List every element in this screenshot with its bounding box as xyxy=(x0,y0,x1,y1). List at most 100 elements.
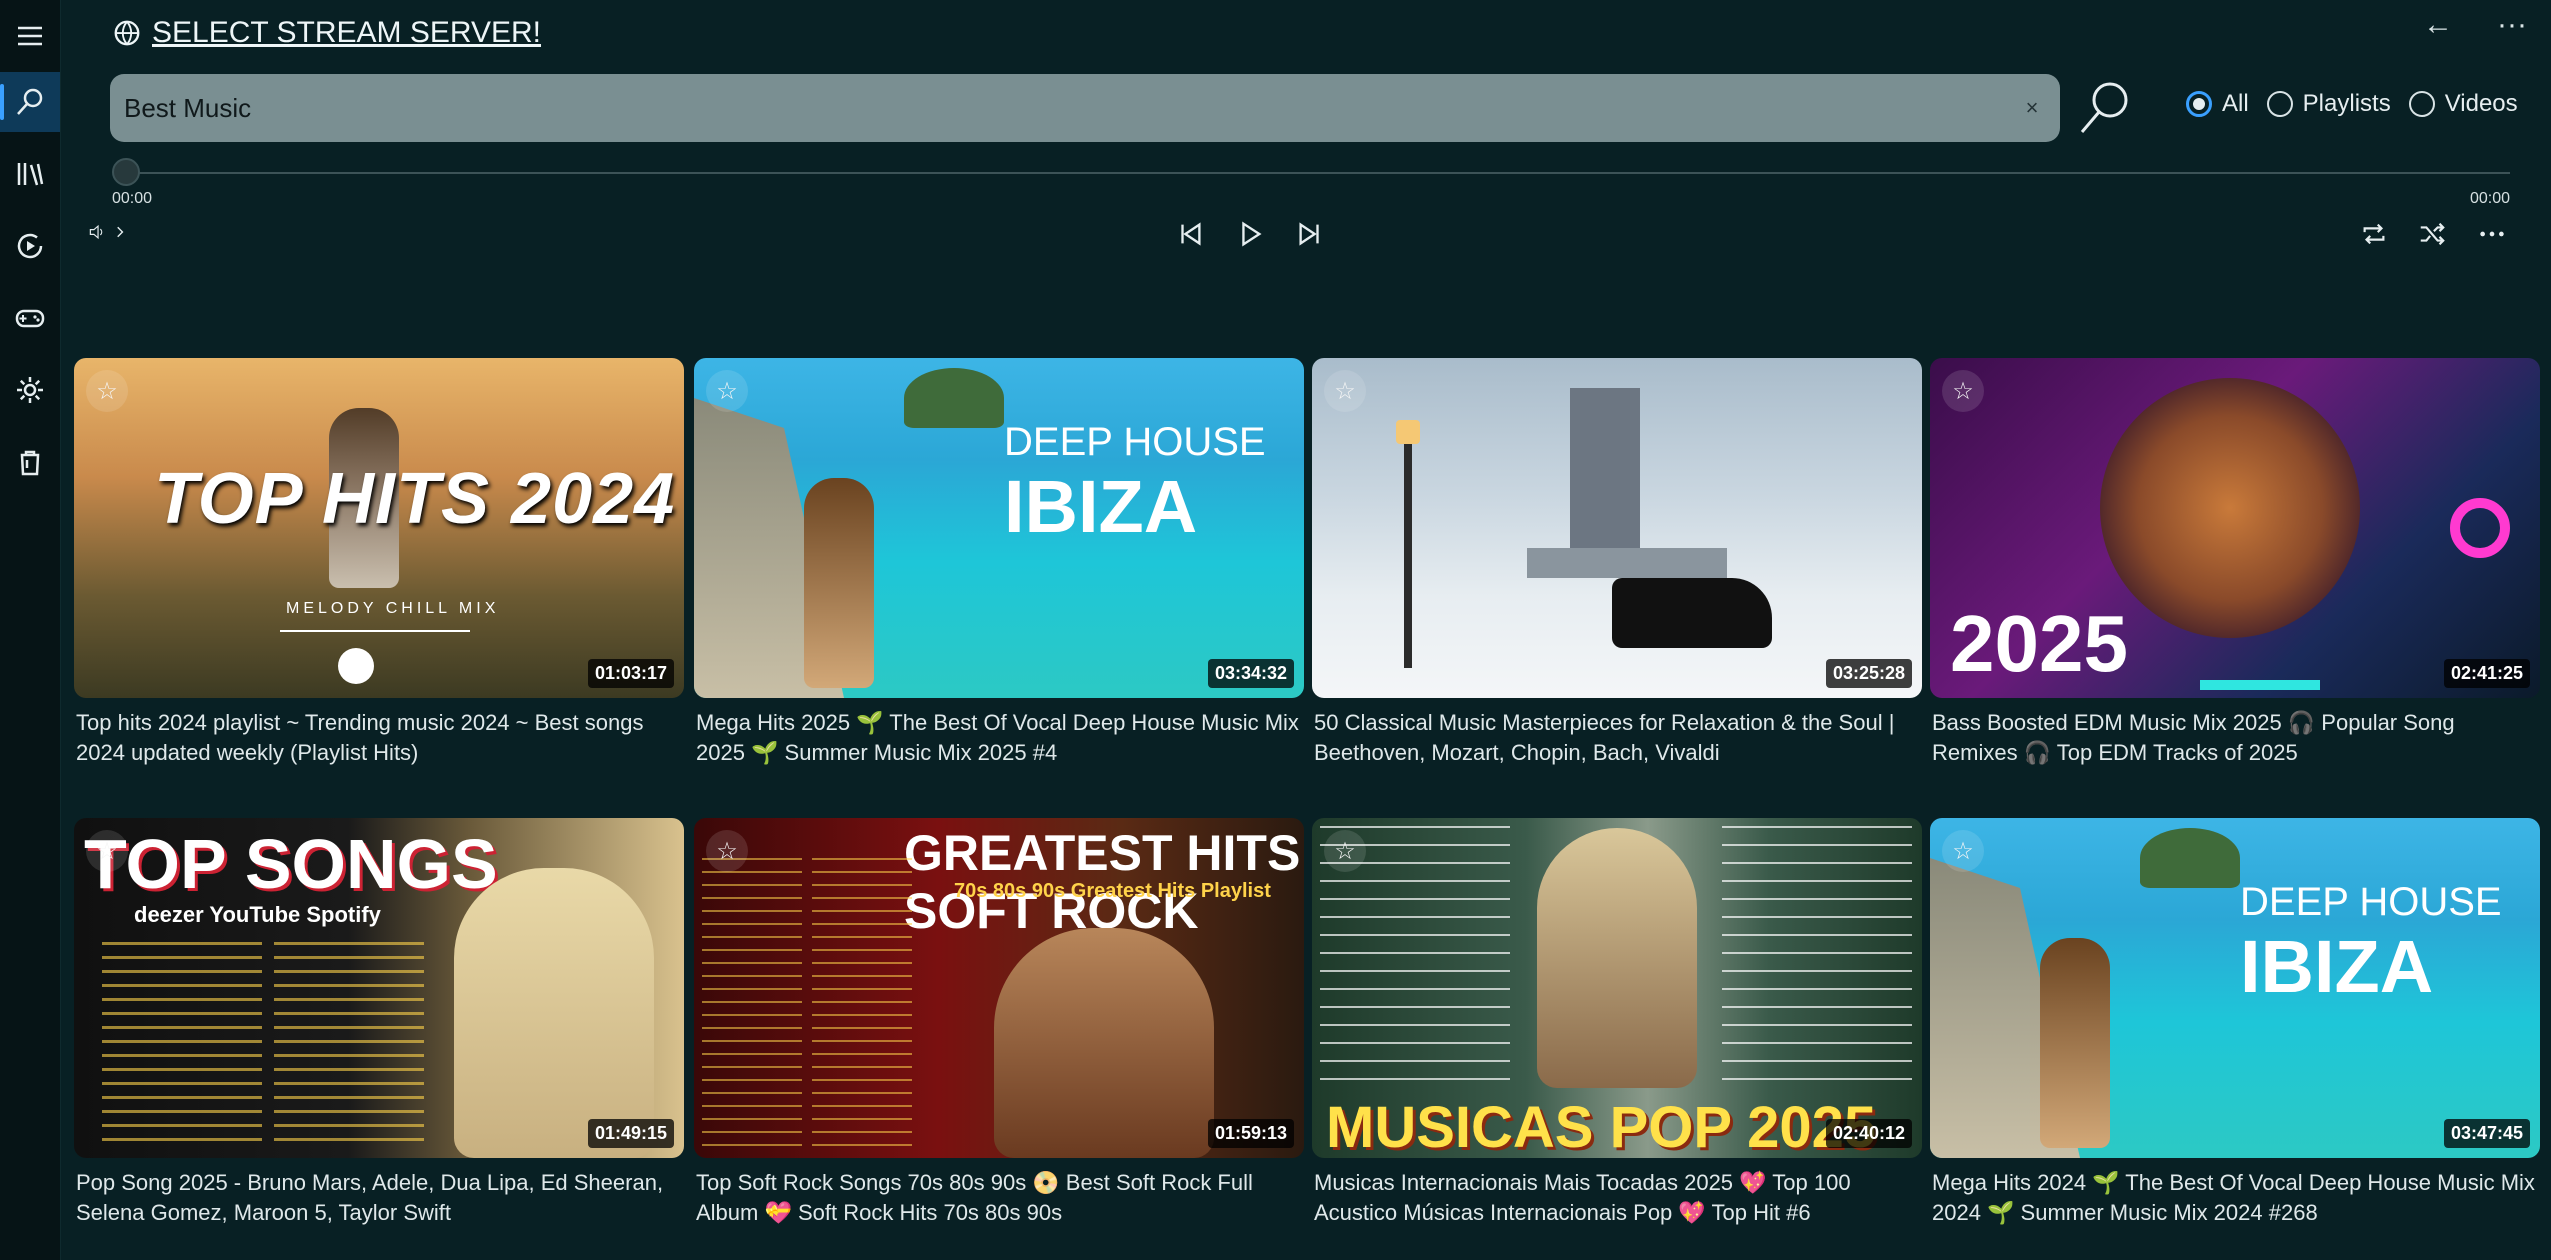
duration-badge: 01:03:17 xyxy=(587,659,674,688)
video-card[interactable]: TOP HITS 2024 MELODY CHILL MIX ☆ 01:03:1… xyxy=(74,358,684,768)
video-title[interactable]: Top hits 2024 playlist ~ Trending music … xyxy=(74,708,684,768)
duration-badge: 03:34:32 xyxy=(1207,659,1294,688)
thumbnail-subtext: 70s 80s 90s Greatest Hits Playlist xyxy=(954,880,1271,902)
favorite-star-icon[interactable]: ☆ xyxy=(1942,830,1984,872)
tracklist-shape xyxy=(274,942,424,1142)
video-title[interactable]: Bass Boosted EDM Music Mix 2025 🎧 Popula… xyxy=(1930,708,2540,768)
search-button[interactable] xyxy=(2072,76,2136,140)
favorite-star-icon[interactable]: ☆ xyxy=(706,370,748,412)
nav-games[interactable] xyxy=(0,288,60,348)
search-filter-group: All Playlists Videos xyxy=(2186,90,2518,118)
nav-settings[interactable] xyxy=(0,360,60,420)
video-title[interactable]: Mega Hits 2024 🌱 The Best Of Vocal Deep … xyxy=(1930,1168,2540,1228)
video-thumbnail[interactable]: TOP HITS 2024 MELODY CHILL MIX ☆ 01:03:1… xyxy=(74,358,684,698)
nav-search[interactable] xyxy=(0,72,60,132)
video-thumbnail[interactable]: 2025 ☆ 02:41:25 xyxy=(1930,358,2540,698)
play-button[interactable] xyxy=(1232,218,1268,250)
portrait-shape xyxy=(454,868,654,1158)
video-title[interactable]: 50 Classical Music Masterpieces for Rela… xyxy=(1312,708,1922,768)
filter-all[interactable]: All xyxy=(2186,90,2249,118)
video-thumbnail[interactable]: DEEP HOUSE IBIZA ☆ 03:34:32 xyxy=(694,358,1304,698)
duration-badge: 03:25:28 xyxy=(1825,659,1912,688)
previous-button[interactable] xyxy=(1172,218,1208,250)
lion-shape xyxy=(2100,378,2360,638)
thumbnail-subtext: IBIZA xyxy=(2240,925,2434,1008)
castle-shape xyxy=(1570,388,1640,548)
video-card[interactable]: MUSICAS POP 2025 ☆ 02:40:12 Musicas Inte… xyxy=(1312,818,1922,1228)
select-server-link[interactable]: SELECT STREAM SERVER! xyxy=(112,16,541,50)
thumbnail-text: MUSICAS POP 2025 xyxy=(1326,1095,1877,1158)
total-time: 00:00 xyxy=(2470,190,2511,207)
video-thumbnail[interactable]: MUSICAS POP 2025 ☆ 02:40:12 xyxy=(1312,818,1922,1158)
more-icon[interactable]: ··· xyxy=(2497,8,2527,42)
tracklist-shape xyxy=(812,858,912,1148)
favorite-star-icon[interactable]: ☆ xyxy=(1324,370,1366,412)
video-card[interactable]: GREATEST HITS SOFT ROCK 70s 80s 90s Grea… xyxy=(694,818,1304,1228)
seek-bar[interactable] xyxy=(112,158,2510,186)
video-card[interactable]: DEEP HOUSE IBIZA ☆ 03:47:45 Mega Hits 20… xyxy=(1930,818,2540,1228)
filter-playlists[interactable]: Playlists xyxy=(2266,90,2391,118)
clear-icon[interactable]: × xyxy=(2004,95,2060,121)
filter-label: Playlists xyxy=(2302,90,2391,117)
elapsed-time: 00:00 xyxy=(112,190,153,207)
bag-icon xyxy=(20,450,40,476)
thumbnail-text: DEEP HOUSE xyxy=(2240,880,2502,924)
duration-badge: 01:49:15 xyxy=(587,1119,674,1148)
settings-icon xyxy=(17,377,43,403)
video-title[interactable]: Mega Hits 2025 🌱 The Best Of Vocal Deep … xyxy=(694,708,1304,768)
video-title[interactable]: Pop Song 2025 - Bruno Mars, Adele, Dua L… xyxy=(74,1168,684,1228)
player-more-button[interactable] xyxy=(2474,218,2510,250)
video-card[interactable]: 2025 ☆ 02:41:25 Bass Boosted EDM Music M… xyxy=(1930,358,2540,768)
island-shape xyxy=(2140,828,2240,888)
sidebar xyxy=(0,0,61,1260)
favorite-star-icon[interactable]: ☆ xyxy=(86,370,128,412)
play-icon xyxy=(1242,221,1262,247)
shuffle-button[interactable] xyxy=(2414,218,2450,250)
favorite-star-icon[interactable]: ☆ xyxy=(1324,830,1366,872)
favorite-star-icon[interactable]: ☆ xyxy=(706,830,748,872)
neon-ring-shape xyxy=(2450,498,2510,558)
figure-shape xyxy=(804,478,874,688)
figure-shape xyxy=(2040,938,2110,1148)
favorite-star-icon[interactable]: ☆ xyxy=(1942,370,1984,412)
back-arrow-icon[interactable]: ← xyxy=(2423,8,2453,42)
thumbnail-subtext: MELODY CHILL MIX xyxy=(286,600,500,617)
chevron-right-icon xyxy=(117,226,124,238)
radio-icon xyxy=(2266,91,2293,117)
volume-icon xyxy=(89,224,103,240)
video-thumbnail[interactable]: ☆ 03:25:28 xyxy=(1312,358,1922,698)
next-button[interactable] xyxy=(1292,218,1328,250)
lamp-post-shape xyxy=(1404,428,1412,668)
thumbnail-subtext: IBIZA xyxy=(1004,465,1198,548)
video-title[interactable]: Top Soft Rock Songs 70s 80s 90s 📀 Best S… xyxy=(694,1168,1304,1228)
search-icon xyxy=(2080,82,2128,133)
thumbnail-text: DEEP HOUSE xyxy=(1004,420,1266,464)
more-icon xyxy=(2480,231,2504,237)
video-thumbnail[interactable]: GREATEST HITS SOFT ROCK 70s 80s 90s Grea… xyxy=(694,818,1304,1158)
nav-library[interactable] xyxy=(0,144,60,204)
video-card[interactable]: DEEP HOUSE IBIZA ☆ 03:34:32 Mega Hits 20… xyxy=(694,358,1304,768)
nav-store[interactable] xyxy=(0,432,60,492)
library-icon xyxy=(17,163,44,186)
piano-shape xyxy=(1612,578,1772,648)
video-card[interactable]: ☆ 03:25:28 50 Classical Music Masterpiec… xyxy=(1312,358,1922,768)
video-thumbnail[interactable]: TOP SONGS deezer YouTube Spotify ☆ 01:49… xyxy=(74,818,684,1158)
search-input[interactable] xyxy=(110,91,2004,125)
volume-control[interactable] xyxy=(88,220,128,244)
thumbnail-text: 2025 xyxy=(1950,599,2128,688)
favorite-star-icon[interactable]: ☆ xyxy=(86,830,128,872)
server-label: SELECT STREAM SERVER! xyxy=(152,16,542,49)
filter-videos[interactable]: Videos xyxy=(2408,90,2518,118)
seek-thumb[interactable] xyxy=(112,158,140,186)
window-controls: ← ··· xyxy=(2423,8,2527,42)
video-title[interactable]: Musicas Internacionais Mais Tocadas 2025… xyxy=(1312,1168,1922,1228)
video-card[interactable]: TOP SONGS deezer YouTube Spotify ☆ 01:49… xyxy=(74,818,684,1228)
menu-button[interactable] xyxy=(0,6,60,66)
repeat-button[interactable] xyxy=(2356,218,2392,250)
nav-now-playing[interactable] xyxy=(0,216,60,276)
singer-shape xyxy=(994,928,1214,1158)
video-thumbnail[interactable]: DEEP HOUSE IBIZA ☆ 03:47:45 xyxy=(1930,818,2540,1158)
portrait-shape xyxy=(1537,828,1697,1088)
filter-label: All xyxy=(2222,90,2249,117)
radio-icon xyxy=(2408,91,2435,117)
